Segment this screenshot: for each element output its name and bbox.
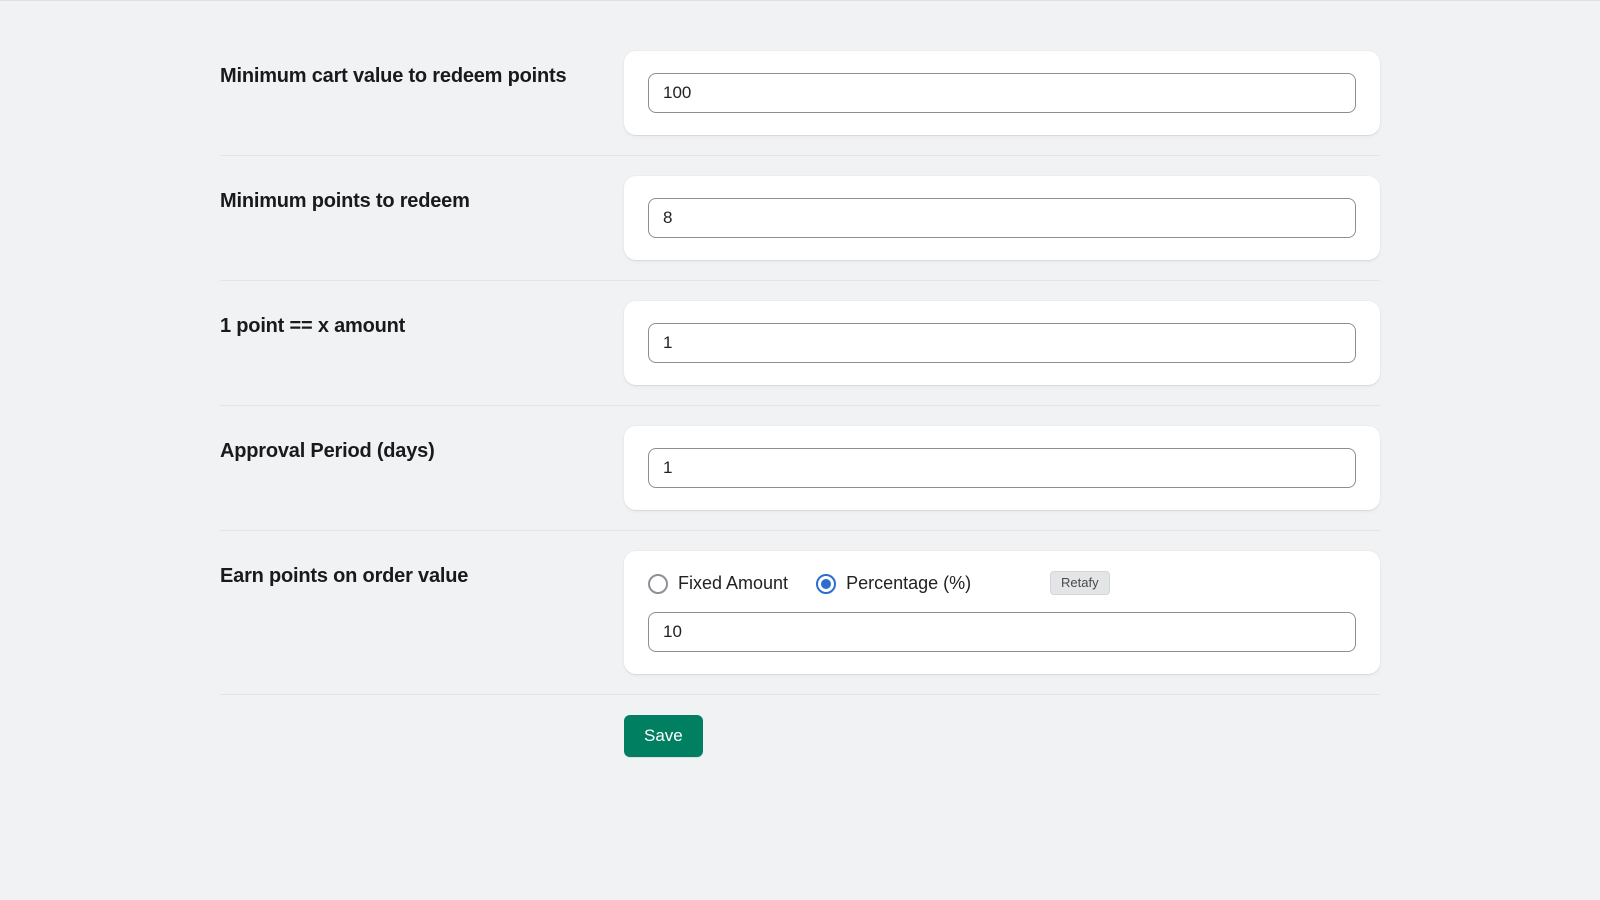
min-points-label: Minimum points to redeem [220,188,624,214]
retafy-tag: Retafy [1050,571,1110,595]
point-amount-input[interactable] [648,323,1356,363]
point-amount-label: 1 point == x amount [220,313,624,339]
save-button[interactable]: Save [624,715,703,757]
min-cart-value-input[interactable] [648,73,1356,113]
actions-col: Save [624,715,1380,757]
setting-row-min-points: Minimum points to redeem [220,156,1380,280]
settings-page: Minimum cart value to redeem points Mini… [0,0,1600,900]
setting-row-point-amount: 1 point == x amount [220,281,1380,405]
label-col: 1 point == x amount [220,301,624,339]
card-col [624,176,1380,260]
approval-period-label: Approval Period (days) [220,438,624,464]
min-cart-value-card [624,51,1380,135]
actions-row: Save [220,695,1380,777]
approval-period-input[interactable] [648,448,1356,488]
settings-container: Minimum cart value to redeem points Mini… [220,31,1380,777]
point-amount-card [624,301,1380,385]
radio-icon [648,574,668,594]
card-col [624,51,1380,135]
min-points-input[interactable] [648,198,1356,238]
earn-points-radio-group: Fixed Amount Percentage (%) Retafy [648,573,1356,594]
label-col: Approval Period (days) [220,426,624,464]
earn-points-label: Earn points on order value [220,563,624,589]
card-col [624,301,1380,385]
setting-row-min-cart-value: Minimum cart value to redeem points [220,31,1380,155]
card-col [624,426,1380,510]
label-col: Earn points on order value [220,551,624,589]
earn-points-value-input[interactable] [648,612,1356,652]
radio-option-percentage[interactable]: Percentage (%) [816,573,971,594]
label-col [220,715,624,727]
radio-option-fixed[interactable]: Fixed Amount [648,573,788,594]
setting-row-approval-period: Approval Period (days) [220,406,1380,530]
card-col: Fixed Amount Percentage (%) Retafy [624,551,1380,674]
min-points-card [624,176,1380,260]
label-col: Minimum cart value to redeem points [220,51,624,89]
min-cart-value-label: Minimum cart value to redeem points [220,63,624,89]
setting-row-earn-points: Earn points on order value Fixed Amount … [220,531,1380,694]
earn-points-card: Fixed Amount Percentage (%) Retafy [624,551,1380,674]
radio-label-fixed: Fixed Amount [678,573,788,594]
label-col: Minimum points to redeem [220,176,624,214]
radio-label-percentage: Percentage (%) [846,573,971,594]
approval-period-card [624,426,1380,510]
radio-icon [816,574,836,594]
